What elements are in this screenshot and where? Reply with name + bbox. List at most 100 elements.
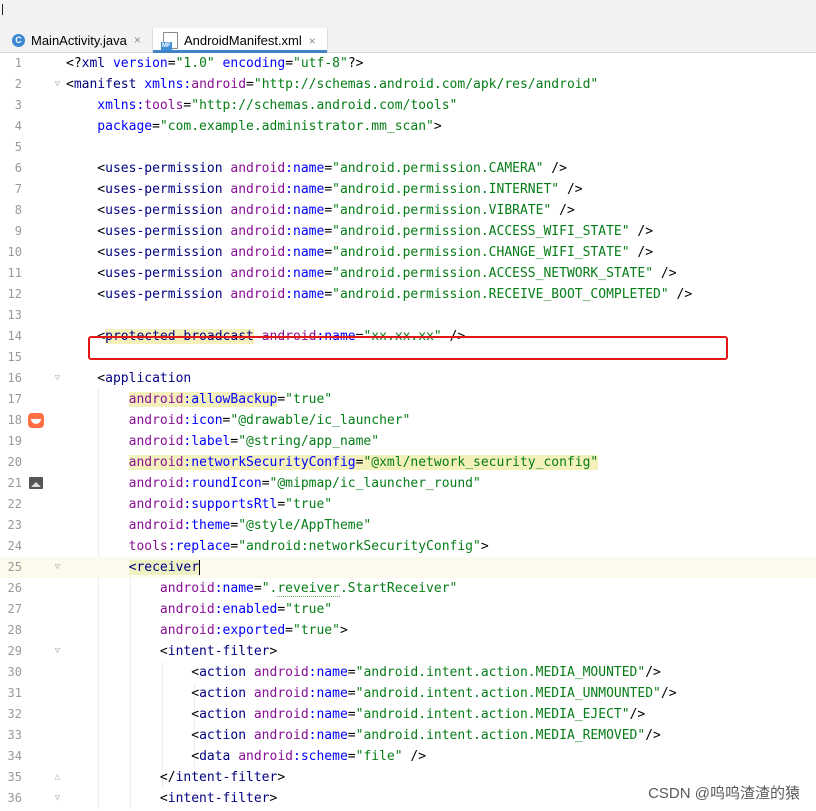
code-line-13[interactable]: 13 (0, 305, 816, 326)
code-token: :theme (183, 518, 231, 533)
code-text: android:exported="true"> (66, 620, 348, 641)
code-line-8[interactable]: 8 <uses-permission android:name="android… (0, 200, 816, 221)
line-number: 10 (7, 245, 22, 259)
line-number: 35 (7, 770, 22, 784)
close-icon[interactable]: × (309, 34, 316, 48)
code-line-32[interactable]: 32 <action android:name="android.intent.… (0, 704, 816, 725)
code-token: "utf-8" (293, 56, 348, 71)
code-line-34[interactable]: 34 <data android:scheme="file" /> (0, 746, 816, 767)
code-line-1[interactable]: 1 <?xml version="1.0" encoding="utf-8"?> (0, 53, 816, 74)
code-line-19[interactable]: 19 android:label="@string/app_name" (0, 431, 816, 452)
code-token: "true" (285, 497, 333, 512)
code-text: android:icon="@drawable/ic_launcher" (66, 410, 411, 431)
code-token: :supportsRtl (183, 497, 278, 512)
code-token: /> (559, 182, 583, 197)
code-line-4[interactable]: 4 package="com.example.administrator.mm_… (0, 116, 816, 137)
line-number: 36 (7, 791, 22, 805)
code-token: intent-filter (175, 770, 278, 785)
java-class-icon: C (12, 33, 25, 47)
line-number: 31 (7, 686, 22, 700)
line-number: 34 (7, 749, 22, 763)
code-line-27[interactable]: 27 android:enabled="true" (0, 599, 816, 620)
code-line-12[interactable]: 12 <uses-permission android:name="androi… (0, 284, 816, 305)
code-token: "android.permission.ACCESS_WIFI_STATE" (332, 224, 630, 239)
fold-marker-icon[interactable]: ▽ (53, 374, 62, 383)
tab-android-manifest[interactable]: MF AndroidManifest.xml × (152, 28, 328, 53)
code-line-5[interactable]: 5 (0, 137, 816, 158)
close-icon[interactable]: × (134, 33, 141, 47)
code-token: <? (66, 56, 82, 71)
code-line-26[interactable]: 26 android:name=".reveiver.StartReceiver… (0, 578, 816, 599)
code-line-29[interactable]: 29 ▽ <intent-filter> (0, 641, 816, 662)
code-line-16[interactable]: 16 ▽ <application (0, 368, 816, 389)
line-number: 30 (7, 665, 22, 679)
code-line-11[interactable]: 11 <uses-permission android:name="androi… (0, 263, 816, 284)
code-token: = (347, 749, 356, 764)
tab-label: AndroidManifest.xml (184, 33, 302, 48)
fold-marker-icon[interactable]: ▽ (53, 647, 62, 656)
code-line-17[interactable]: 17 android:allowBackup="true" (0, 389, 816, 410)
code-line-6[interactable]: 6 <uses-permission android:name="android… (0, 158, 816, 179)
fold-marker-icon[interactable]: ▽ (53, 563, 62, 572)
code-text: <uses-permission android:name="android.p… (66, 221, 653, 242)
code-text: <uses-permission android:name="android.p… (66, 179, 583, 200)
code-token: encoding (214, 56, 286, 71)
code-token: = (347, 728, 356, 743)
code-token: action (199, 728, 247, 743)
code-text: <receiver (66, 557, 201, 578)
code-token: "true" (293, 623, 340, 638)
line-number: 26 (7, 581, 22, 595)
code-line-25[interactable]: 25 ▽ <receiver (0, 557, 816, 578)
code-token: version (105, 56, 168, 71)
code-editor[interactable]: 1 <?xml version="1.0" encoding="utf-8"?> 2… (0, 53, 816, 811)
code-token: android (222, 203, 286, 218)
code-token: xmlns: (136, 77, 192, 92)
code-line-7[interactable]: 7 <uses-permission android:name="android… (0, 179, 816, 200)
code-token: android (66, 497, 184, 512)
code-token: uses-permission (105, 224, 223, 239)
fold-marker-icon[interactable]: ▽ (53, 794, 62, 803)
image-preview-icon[interactable] (29, 477, 43, 489)
code-text: <action android:name="android.intent.act… (66, 725, 661, 746)
code-line-20[interactable]: 20 android:networkSecurityConfig="@xml/n… (0, 452, 816, 473)
line-number: 33 (7, 728, 22, 742)
code-line-28[interactable]: 28 android:exported="true"> (0, 620, 816, 641)
code-token: data (199, 749, 231, 764)
code-line-18[interactable]: 18 android:icon="@drawable/ic_launcher" (0, 410, 816, 431)
launcher-icon-preview-icon[interactable] (28, 413, 44, 428)
code-token: "android.permission.VIBRATE" (332, 203, 552, 218)
code-token: = (347, 686, 356, 701)
code-token: < (66, 161, 106, 176)
code-line-3[interactable]: 3 xmlns:tools="http://schemas.android.co… (0, 95, 816, 116)
code-token: :enabled (214, 602, 278, 617)
code-token: < (66, 707, 200, 722)
code-token: /> (629, 245, 654, 260)
code-token: > (480, 539, 489, 554)
code-line-9[interactable]: 9 <uses-permission android:name="android… (0, 221, 816, 242)
code-line-33[interactable]: 33 <action android:name="android.intent.… (0, 725, 816, 746)
code-token: android (66, 518, 184, 533)
code-token: /> (551, 203, 575, 218)
code-token: "true" (285, 602, 333, 617)
code-token: = (152, 119, 160, 134)
code-token: < (66, 644, 168, 659)
fold-marker-icon[interactable]: △ (53, 773, 62, 782)
code-line-10[interactable]: 10 <uses-permission android:name="androi… (0, 242, 816, 263)
code-line-30[interactable]: 30 <action android:name="android.intent.… (0, 662, 816, 683)
code-line-23[interactable]: 23 android:theme="@style/AppTheme" (0, 515, 816, 536)
watermark: CSDN @呜呜渣渣的猿 (648, 785, 800, 802)
line-number: 32 (7, 707, 22, 721)
code-token: "android.permission.RECEIVE_BOOT_COMPLET… (332, 287, 669, 302)
line-number: 4 (14, 119, 22, 133)
line-number: 28 (7, 623, 22, 637)
code-line-24[interactable]: 24 tools:replace="android:networkSecurit… (0, 536, 816, 557)
code-line-31[interactable]: 31 <action android:name="android.intent.… (0, 683, 816, 704)
code-token: "true" (285, 392, 333, 407)
tab-main-activity[interactable]: C MainActivity.java × (8, 28, 152, 52)
code-line-21[interactable]: 21 android:roundIcon="@mipmap/ic_launche… (0, 473, 816, 494)
code-text: android:theme="@style/AppTheme" (66, 515, 372, 536)
code-line-2[interactable]: 2 ▽ <manifest xmlns:android="http://schema… (0, 74, 816, 95)
fold-marker-icon[interactable]: ▽ (53, 80, 62, 89)
code-line-22[interactable]: 22 android:supportsRtl="true" (0, 494, 816, 515)
